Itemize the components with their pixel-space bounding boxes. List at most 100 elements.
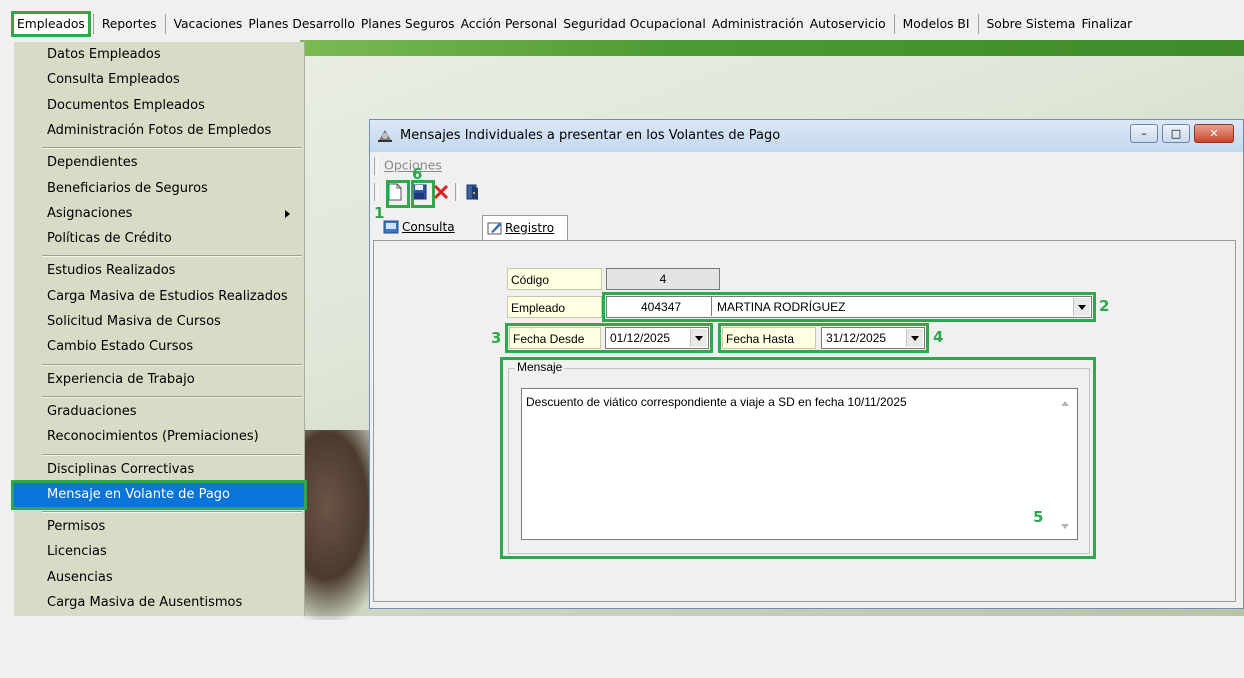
opciones-menubar: Opciones <box>374 157 442 177</box>
dropdown-item-label: Políticas de Crédito <box>47 231 172 247</box>
tab-registro-label: Registro <box>505 221 555 235</box>
dropdown-separator <box>42 511 302 514</box>
dropdown-item[interactable]: Cambio Estado Cursos <box>14 335 304 359</box>
tab-consulta-label: Consulta <box>402 220 455 234</box>
dropdown-item-selected[interactable]: Mensaje en Volante de Pago <box>11 479 307 510</box>
menu-bar: Empleados Reportes Vacaciones Planes Des… <box>0 0 1244 40</box>
maximize-button[interactable]: □ <box>1162 124 1190 143</box>
dropdown-item[interactable]: Licencias <box>14 540 304 564</box>
dropdown-item-label: Dependientes <box>47 155 138 171</box>
submenu-arrow-icon <box>285 209 290 218</box>
dropdown-item-label: Documentos Empleados <box>47 97 205 113</box>
tab-consulta[interactable]: Consulta <box>380 215 466 239</box>
window-titlebar[interactable]: Mensajes Individuales a presentar en los… <box>370 120 1243 152</box>
menu-separator <box>977 14 979 34</box>
codigo-field: 4 <box>606 268 720 290</box>
dropdown-item[interactable]: Beneficiarios de Seguros <box>14 177 304 201</box>
dropdown-item-label: Licencias <box>47 544 107 560</box>
dropdown-item-label: Reconocimientos (Premiaciones) <box>47 429 259 445</box>
dropdown-item[interactable]: Solicitud Masiva de Cursos <box>14 310 304 334</box>
menu-sobre-sistema[interactable]: Sobre Sistema <box>984 14 1079 34</box>
dropdown-item[interactable]: Consulta Empleados <box>14 68 304 92</box>
menu-accion-personal[interactable]: Acción Personal <box>458 14 561 34</box>
close-button[interactable]: ✕ <box>1194 124 1234 143</box>
dropdown-item[interactable]: Políticas de Crédito <box>14 227 304 251</box>
toolbar-separator <box>455 183 459 201</box>
dropdown-item-label: Estudios Realizados <box>47 263 176 279</box>
dropdown-item-label: Asignaciones <box>47 205 133 221</box>
annotation-6: 6 <box>412 165 423 183</box>
dropdown-item-label: Carga Masiva de Ausentismos <box>47 595 243 610</box>
dropdown-item-label: Beneficiarios de Seguros <box>47 180 208 196</box>
empleados-dropdown-menu: Datos Empleados Consulta Empleados Documen… <box>11 42 307 616</box>
dropdown-item-label: Cambio Estado Cursos <box>47 339 194 355</box>
highlight-mensaje <box>500 357 1096 559</box>
window-title: Mensajes Individuales a presentar en los… <box>400 128 781 143</box>
highlight-fecha-hasta <box>718 323 929 353</box>
annotation-4: 4 <box>933 328 944 346</box>
highlight-fecha-desde <box>505 323 713 353</box>
menu-seguridad-ocupacional[interactable]: Seguridad Ocupacional <box>560 14 709 34</box>
menubar-grip <box>374 157 378 175</box>
toolbar-grip <box>374 183 378 201</box>
highlight-save <box>411 180 435 208</box>
dropdown-item-label: Administración Fotos de Empledos <box>47 122 272 138</box>
codigo-label: Código <box>507 268 602 290</box>
dropdown-item[interactable]: Asignaciones <box>14 202 304 226</box>
menu-finalizar[interactable]: Finalizar <box>1078 14 1135 34</box>
menu-vacaciones[interactable]: Vacaciones <box>171 14 246 34</box>
highlight-empleado <box>602 292 1096 322</box>
menu-planes-desarrollo[interactable]: Planes Desarrollo <box>245 14 358 34</box>
menu-modelos-bi[interactable]: Modelos BI <box>900 14 973 34</box>
annotation-2: 2 <box>1099 297 1110 315</box>
consulta-tab-icon <box>383 220 399 234</box>
dropdown-item[interactable]: Carga Masiva de Estudios Realizados <box>14 285 304 309</box>
header-band <box>300 40 1244 56</box>
dropdown-separator <box>42 363 302 366</box>
menu-separator <box>893 14 895 34</box>
dropdown-item[interactable]: Graduaciones <box>14 400 304 424</box>
dropdown-item[interactable]: Carga Masiva de Ausentismos <box>14 591 304 615</box>
menu-separator <box>92 14 94 34</box>
dropdown-item[interactable]: Ausencias <box>14 566 304 590</box>
annotation-1: 1 <box>374 204 385 222</box>
dropdown-item-label: Disciplinas Correctivas <box>47 461 195 477</box>
dropdown-item-label: Mensaje en Volante de Pago <box>47 486 230 502</box>
annotation-3: 3 <box>491 329 502 347</box>
menu-separator <box>164 14 166 34</box>
dropdown-item[interactable]: Administración Fotos de Empledos <box>14 119 304 143</box>
dropdown-item[interactable]: Datos Empleados <box>14 43 304 67</box>
dropdown-item[interactable]: Dependientes <box>14 151 304 175</box>
empleado-label: Empleado <box>507 296 602 318</box>
minimize-button[interactable]: – <box>1130 124 1158 143</box>
dropdown-item[interactable]: Estudios Realizados <box>14 259 304 283</box>
dropdown-item-label: Permisos <box>47 519 106 535</box>
dropdown-item[interactable]: Permisos <box>14 515 304 539</box>
dropdown-item-label: Carga Masiva de Estudios Realizados <box>47 288 288 304</box>
dropdown-item-label: Experiencia de Trabajo <box>47 371 195 387</box>
menu-autoservicio[interactable]: Autoservicio <box>807 14 889 34</box>
dropdown-item[interactable]: Experiencia de Trabajo <box>14 368 304 392</box>
dropdown-item[interactable]: Reconocimientos (Premiaciones) <box>14 425 304 449</box>
tab-registro[interactable]: Registro <box>482 215 568 240</box>
dropdown-separator <box>42 453 302 456</box>
dropdown-item[interactable]: Disciplinas Correctivas <box>14 458 304 482</box>
registro-tab-icon <box>487 222 502 235</box>
menu-administracion[interactable]: Administración <box>709 14 807 34</box>
highlight-new <box>386 180 410 208</box>
dropdown-separator <box>42 255 302 258</box>
menu-planes-seguros[interactable]: Planes Seguros <box>358 14 458 34</box>
dropdown-item-label: Ausencias <box>47 569 113 585</box>
window-app-icon <box>378 130 392 142</box>
exit-door-icon[interactable] <box>462 181 484 203</box>
dropdown-item-label: Solicitud Masiva de Cursos <box>47 314 221 329</box>
menu-empleados[interactable]: Empleados <box>11 11 91 37</box>
dropdown-separator <box>42 147 302 150</box>
annotation-5: 5 <box>1033 508 1044 526</box>
dropdown-item-label: Graduaciones <box>47 403 137 419</box>
menu-reportes[interactable]: Reportes <box>99 14 160 34</box>
dropdown-item[interactable]: Documentos Empleados <box>14 94 304 118</box>
dropdown-item-label: Consulta Empleados <box>47 72 180 88</box>
dropdown-item-label: Datos Empleados <box>47 47 161 62</box>
dropdown-separator <box>42 395 302 398</box>
